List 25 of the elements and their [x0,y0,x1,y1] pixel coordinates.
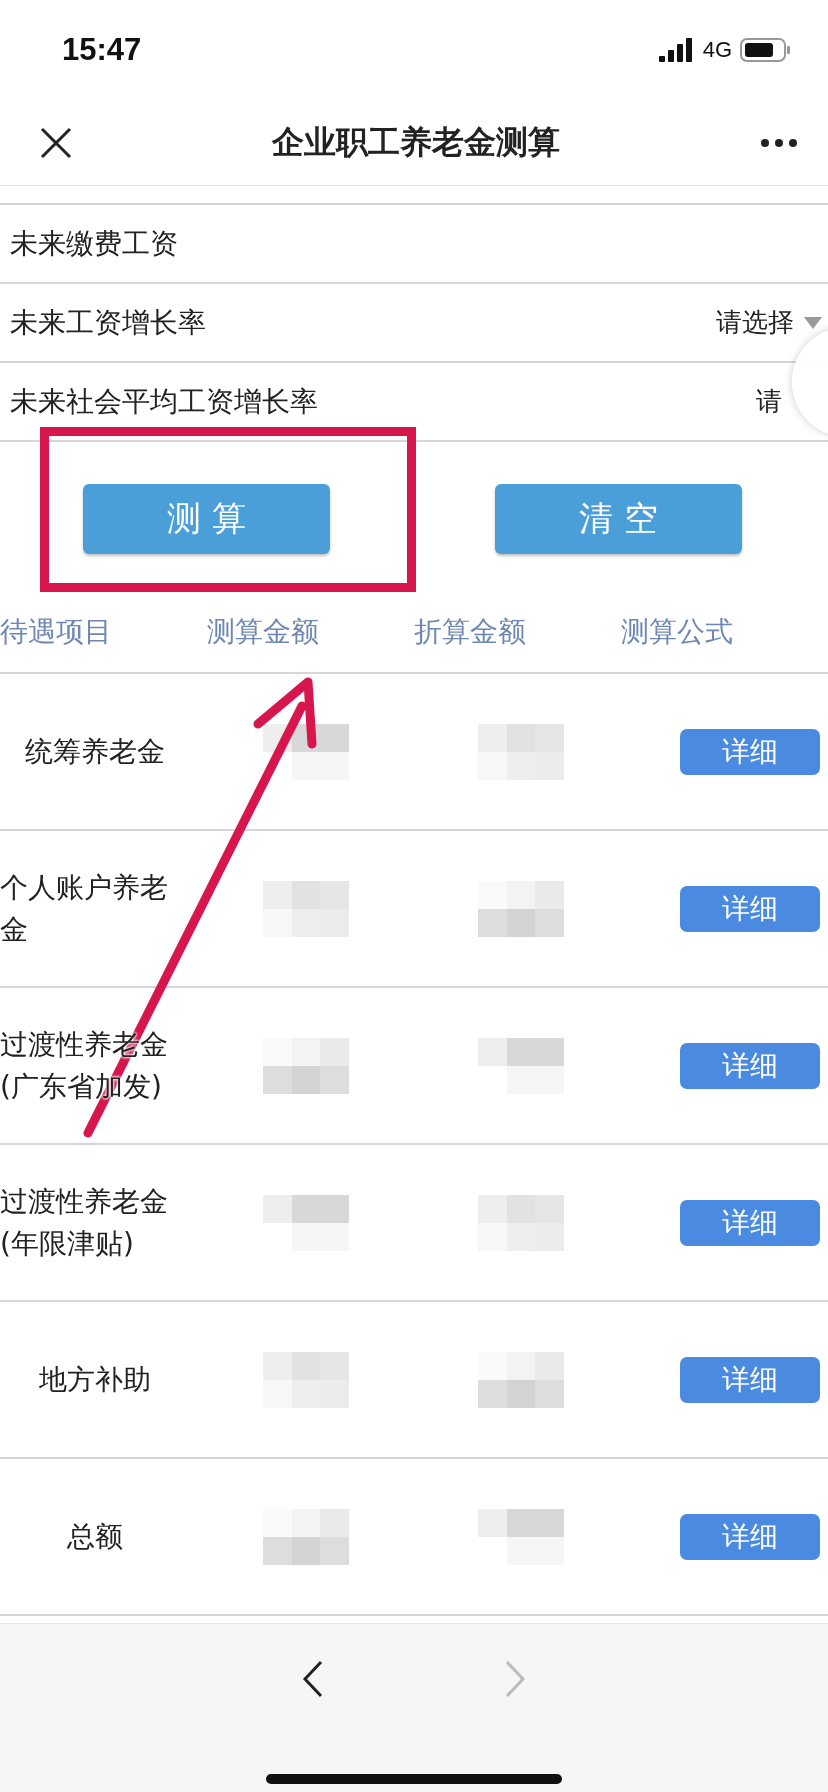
column-header: 测算公式 [621,614,734,650]
page-title: 企业职工养老金测算 [272,121,560,163]
detail-button[interactable]: 详细 [680,1513,820,1560]
column-header: 测算金额 [207,614,320,650]
detail-button[interactable]: 详细 [680,728,820,775]
action-button[interactable]: 测 算 [83,484,330,554]
column-header: 折算金额 [414,614,527,650]
detail-button[interactable]: 详细 [680,1356,820,1403]
select-field[interactable]: 请 [756,384,782,419]
detail-button[interactable]: 详细 [680,1042,820,1089]
item-name: 总额 [66,1518,124,1555]
column-header: 待遇项目 [0,614,113,650]
detail-button[interactable]: 详细 [680,1199,820,1246]
action-button[interactable]: 清 空 [495,484,742,554]
item-name: 统筹养老金 [24,733,166,770]
field-label: 未来缴费工资 [10,225,178,262]
item-name: 个人账户养老金 [0,869,169,948]
item-name: 地方补助 [38,1361,152,1398]
item-name: 过渡性养老金 (年限津贴) [0,1183,169,1262]
select-field[interactable]: 请选择 [716,305,822,340]
field-label: 未来社会平均工资增长率 [10,383,318,420]
detail-button[interactable]: 详细 [680,885,820,932]
network-label: 4G [702,37,732,63]
field-label: 未来工资增长率 [10,304,206,341]
status-time: 15:47 [62,32,142,68]
